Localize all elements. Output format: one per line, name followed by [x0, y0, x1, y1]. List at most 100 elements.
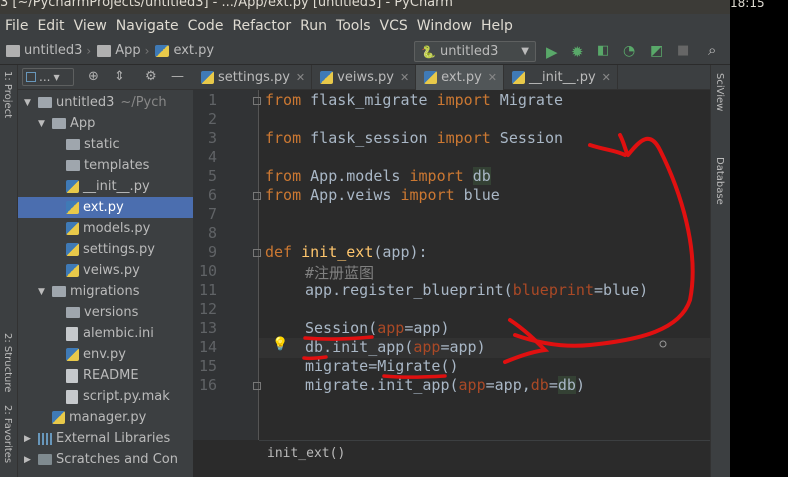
import-name: Session	[490, 129, 564, 147]
tree-item-external-libraries[interactable]: ▶ External Libraries	[18, 428, 193, 449]
code-line-3: from flask_session import Session	[265, 129, 563, 147]
tree-item-versions[interactable]: versions	[18, 302, 193, 323]
profile-icon[interactable]: ◔	[623, 43, 635, 59]
gear-icon[interactable]: ⚙	[145, 69, 157, 84]
menu-tools[interactable]: Tools	[336, 18, 371, 34]
tree-item-settings-py[interactable]: settings.py	[18, 239, 193, 260]
menu-help[interactable]: Help	[481, 18, 513, 34]
tool-window-structure[interactable]: 2: Structure	[2, 333, 13, 392]
folder-icon	[66, 160, 80, 171]
close-icon[interactable]: ✕	[400, 71, 409, 84]
debug-icon[interactable]: ✹	[571, 43, 584, 61]
chevron-right-icon: ›	[144, 43, 150, 58]
code-line-10: #注册蓝图	[305, 262, 374, 283]
code-text: db	[557, 376, 576, 394]
tab-settings-py[interactable]: settings.py ✕	[193, 65, 313, 90]
menu-navigate[interactable]: Navigate	[116, 18, 179, 34]
tree-item-env-py[interactable]: env.py	[18, 344, 193, 365]
menu-view[interactable]: View	[74, 18, 107, 34]
tree-item-veiws-py[interactable]: veiws.py	[18, 260, 193, 281]
close-icon[interactable]: ✕	[296, 71, 305, 84]
menu-run[interactable]: Run	[300, 18, 327, 34]
menu-vcs[interactable]: VCS	[380, 18, 408, 34]
search-icon[interactable]: ⌕	[708, 41, 716, 59]
run-configuration-select[interactable]: 🐍 untitled3 ▼	[414, 41, 536, 62]
line-number: 15	[198, 357, 217, 375]
editor-tabs: settings.py ✕ veiws.py ✕ ext.py ✕ __init…	[193, 65, 710, 90]
menu-file[interactable]: File	[5, 18, 28, 34]
fold-marker-icon[interactable]	[253, 192, 261, 200]
tree-item-templates[interactable]: templates	[18, 155, 193, 176]
tree-item-readme[interactable]: README	[18, 365, 193, 386]
fold-marker-icon[interactable]	[253, 249, 261, 257]
tab-label: settings.py	[218, 70, 290, 85]
right-tool-strip: SciView Database	[710, 65, 730, 477]
tool-window-database[interactable]: Database	[714, 157, 725, 205]
tool-window-favorites[interactable]: 2: Favorites	[2, 405, 13, 463]
line-number: 14	[198, 338, 217, 356]
hide-icon[interactable]: —	[171, 69, 184, 84]
collapse-all-icon[interactable]: ⇕	[114, 69, 125, 84]
menu-code[interactable]: Code	[188, 18, 224, 34]
tree-item-migrations[interactable]: ▼ migrations	[18, 281, 193, 302]
tree-item-models-py[interactable]: models.py	[18, 218, 193, 239]
code-line-13: Session(app=app)	[305, 319, 450, 337]
line-number: 6	[207, 186, 217, 204]
tree-item-alembic-ini[interactable]: alembic.ini	[18, 323, 193, 344]
code-text: =blue)	[594, 281, 649, 299]
tree-item-scratches[interactable]: ▶ Scratches and Con	[18, 449, 193, 470]
breadcrumb-app[interactable]: App ›	[97, 43, 149, 58]
tree-item-label: versions	[84, 305, 139, 320]
tool-window-sciview[interactable]: SciView	[714, 73, 725, 111]
param-name: app	[377, 319, 405, 337]
code-text: )	[575, 376, 585, 394]
code-line-15: migrate=Migrate()	[305, 357, 459, 375]
tab-label: veiws.py	[337, 70, 394, 85]
concurrency-icon[interactable]: ◩	[650, 43, 663, 59]
breadcrumb-project[interactable]: untitled3 ›	[6, 43, 91, 58]
menu-edit[interactable]: Edit	[37, 18, 64, 34]
tab-ext-py[interactable]: ext.py ✕	[416, 65, 505, 90]
close-icon[interactable]: ✕	[602, 71, 611, 84]
import-name: blue	[454, 186, 500, 204]
import-name: db	[472, 167, 491, 185]
menu-refactor[interactable]: Refactor	[232, 18, 291, 34]
breadcrumb-file[interactable]: ext.py	[155, 43, 214, 58]
tree-item-label: README	[83, 368, 139, 383]
python-file-icon	[66, 222, 79, 235]
breadcrumb-label: untitled3	[24, 43, 83, 58]
tool-window-project[interactable]: 1: Project	[2, 71, 13, 118]
tree-item-label: veiws.py	[83, 263, 140, 278]
tab-veiws-py[interactable]: veiws.py ✕	[312, 65, 417, 90]
tree-item-app[interactable]: ▼ App	[18, 113, 193, 134]
project-view-select[interactable]: ... ▼	[22, 68, 74, 86]
locate-icon[interactable]: ⊕	[88, 69, 99, 84]
code-text: app.register_blueprint(	[305, 281, 513, 299]
run-coverage-icon[interactable]: ◧	[597, 43, 609, 58]
fold-marker-icon[interactable]	[253, 382, 261, 390]
fold-marker-icon[interactable]	[253, 97, 261, 105]
code-text: =	[548, 376, 558, 394]
close-icon[interactable]: ✕	[488, 71, 497, 84]
menu-window[interactable]: Window	[417, 18, 472, 34]
code-line-9: def init_ext(app):	[265, 243, 428, 261]
lightbulb-icon[interactable]: 💡	[272, 337, 288, 352]
tree-item-ext-py[interactable]: ext.py	[18, 197, 193, 218]
tree-item-label: Scratches and Con	[56, 452, 178, 467]
keyword: from	[265, 167, 302, 185]
function-breadcrumb[interactable]: init_ext()	[267, 446, 345, 461]
tree-item-static[interactable]: static	[18, 134, 193, 155]
keyword: from	[265, 91, 302, 109]
stop-icon[interactable]: ■	[677, 43, 689, 58]
tree-item-manager-py[interactable]: manager.py	[18, 407, 193, 428]
tab-init-py[interactable]: __init__.py ✕	[504, 65, 618, 90]
tree-item-script-py-mako[interactable]: script.py.mak	[18, 386, 193, 407]
param-name: blueprint	[512, 281, 594, 299]
run-icon[interactable]: ▶	[546, 43, 558, 61]
tree-item-untitled3[interactable]: ▼ untitled3 ~/Pych	[18, 92, 193, 113]
tree-item-init-py[interactable]: __init__.py	[18, 176, 193, 197]
project-view-icon	[26, 72, 36, 82]
expanded-arrow-icon: ▼	[38, 286, 45, 297]
code-text: =app)	[404, 319, 450, 337]
folder-icon	[38, 97, 52, 108]
